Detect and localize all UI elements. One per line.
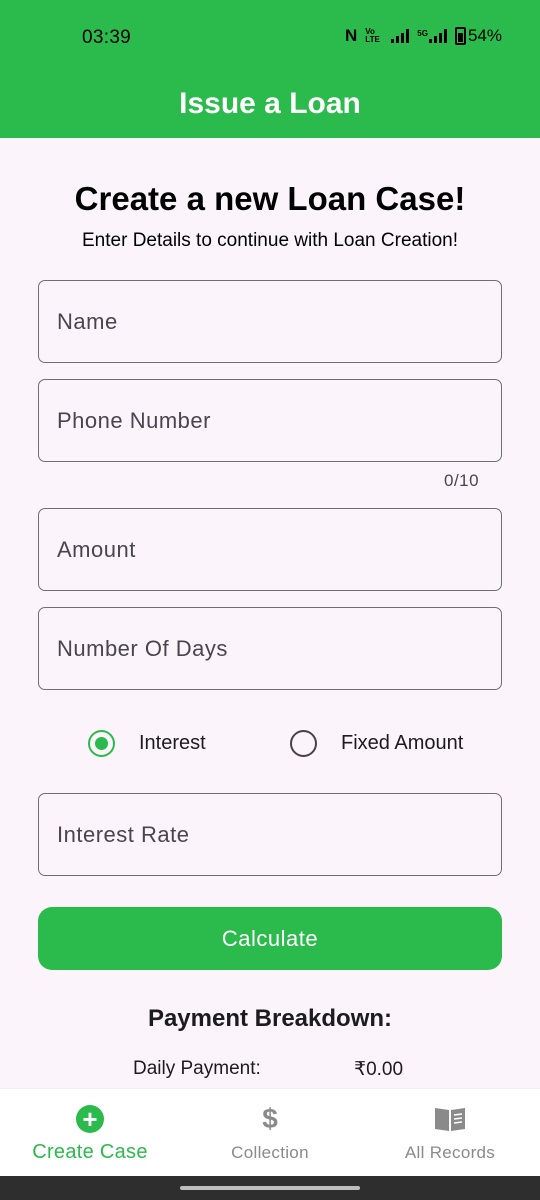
home-indicator[interactable] <box>180 1186 360 1190</box>
app-bar-title: Issue a Loan <box>179 87 361 120</box>
nav-item-collection[interactable]: $ Collection <box>180 1089 360 1177</box>
daily-payment-label: Daily Payment: <box>133 1058 261 1079</box>
number-of-days-field[interactable]: Number Of Days <box>38 607 502 690</box>
bottom-navigation: + Create Case $ Collection All Records <box>0 1088 540 1176</box>
battery-indicator: 54% <box>454 26 502 46</box>
page-subheadline: Enter Details to continue with Loan Crea… <box>82 230 458 251</box>
status-bar: 03:39 N Vo LTE 5G 54% <box>0 0 540 70</box>
book-icon <box>435 1108 465 1131</box>
nfc-icon: N <box>345 26 358 45</box>
payment-breakdown-title: Payment Breakdown: <box>147 1005 393 1032</box>
radio-option-interest[interactable]: Interest <box>88 728 206 758</box>
calculate-button[interactable]: Calculate <box>38 907 502 970</box>
radio-selected-icon[interactable] <box>88 729 115 757</box>
signal-icon <box>391 29 410 43</box>
amount-field[interactable]: Amount <box>38 508 502 591</box>
add-circle-icon: + <box>76 1105 104 1133</box>
battery-level: 54% <box>467 26 502 45</box>
radio-label-fixed-amount: Fixed Amount <box>341 731 464 754</box>
nav-label-collection: Collection <box>231 1143 309 1162</box>
name-placeholder: Name <box>57 308 118 334</box>
interest-rate-field[interactable]: Interest Rate <box>38 793 502 876</box>
dollar-icon: $ <box>262 1103 278 1134</box>
nav-item-create-case[interactable]: + Create Case <box>0 1089 180 1177</box>
radio-unselected-icon[interactable] <box>290 729 317 757</box>
app-bar: Issue a Loan <box>0 70 540 138</box>
signal-5g-icon: 5G <box>417 29 447 43</box>
nav-label-all-records: All Records <box>404 1143 496 1162</box>
volte-icon: Vo LTE <box>365 27 380 44</box>
amount-placeholder: Amount <box>57 536 136 562</box>
daily-payment-value: ₹0.00 <box>354 1059 404 1080</box>
status-icons: N Vo LTE 5G 54% <box>345 26 502 46</box>
name-field[interactable]: Name <box>38 280 502 363</box>
system-navigation-bar <box>0 1176 540 1200</box>
interest-rate-placeholder: Interest Rate <box>57 821 190 847</box>
page-headline: Create a new Loan Case! <box>74 180 466 217</box>
radio-label-interest: Interest <box>139 731 206 754</box>
radio-option-fixed-amount[interactable]: Fixed Amount <box>290 728 463 758</box>
battery-icon <box>454 27 466 45</box>
nav-label-create-case: Create Case <box>32 1141 148 1163</box>
status-time: 03:39 <box>82 27 132 48</box>
phone-character-counter: 0/10 <box>444 471 480 490</box>
phone-number-field[interactable]: Phone Number <box>38 379 502 462</box>
nav-item-all-records[interactable]: All Records <box>360 1089 540 1177</box>
phone-number-placeholder: Phone Number <box>57 407 211 433</box>
calculate-button-label: Calculate <box>221 925 319 951</box>
number-of-days-placeholder: Number Of Days <box>57 635 228 661</box>
